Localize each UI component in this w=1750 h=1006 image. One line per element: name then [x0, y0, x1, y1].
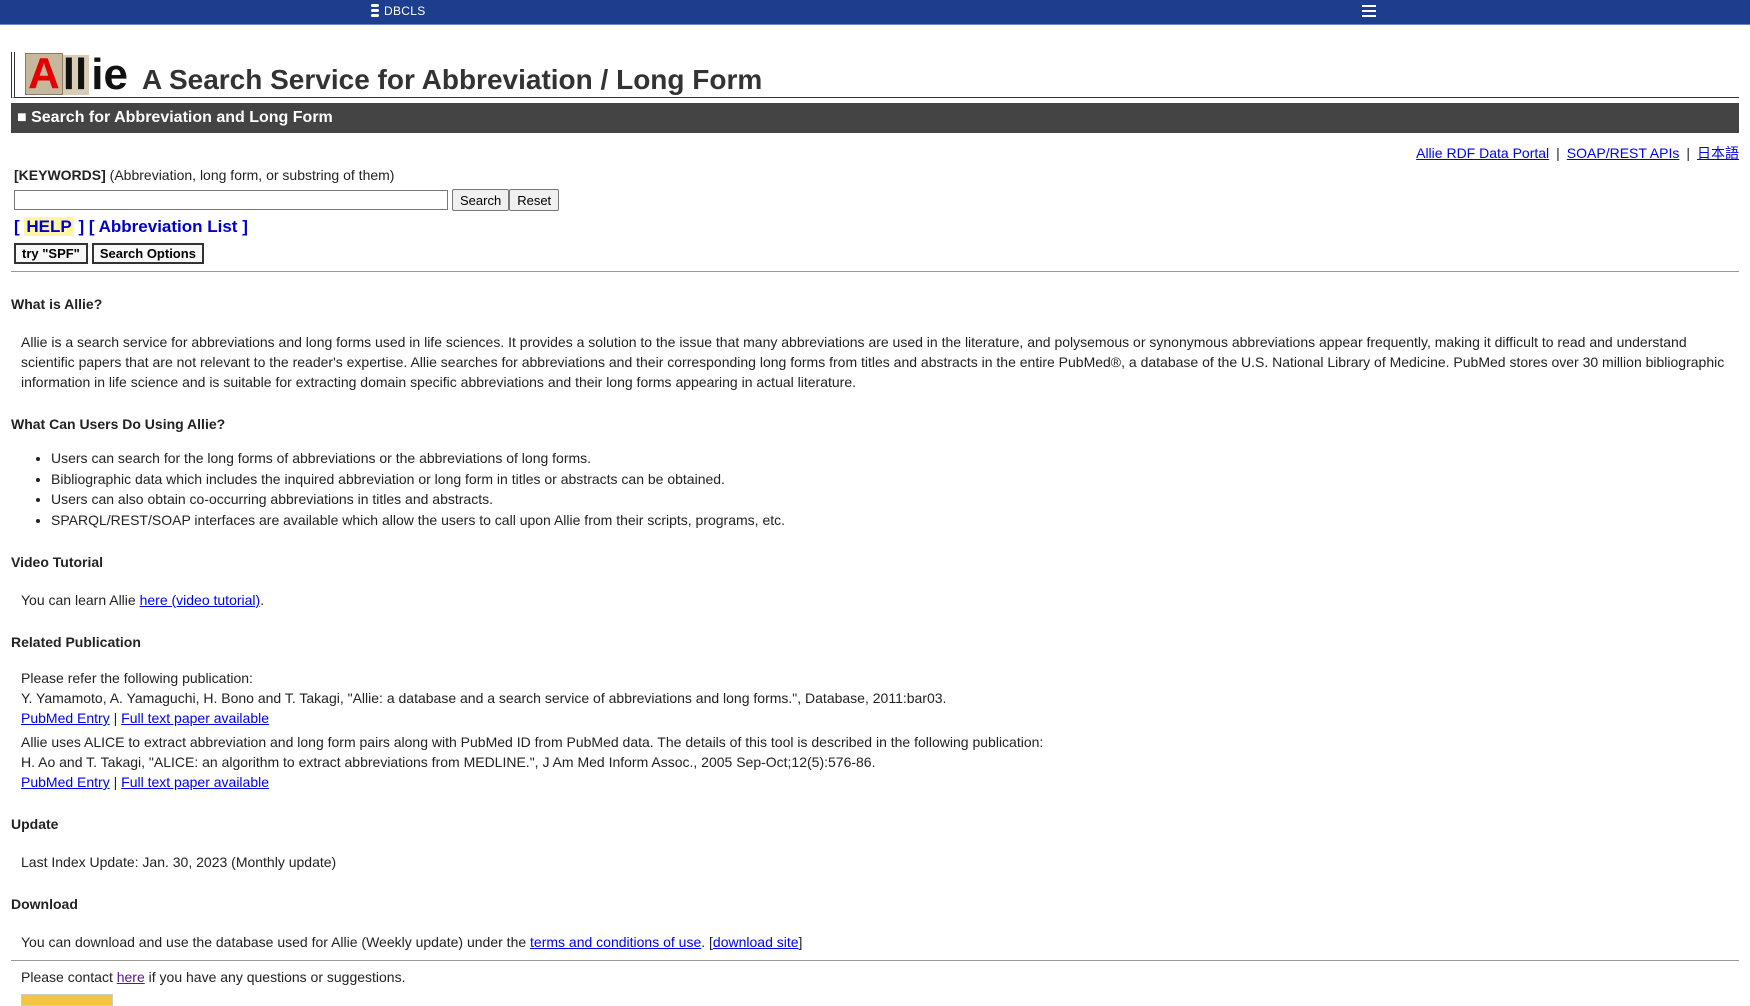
- terms-link[interactable]: terms and conditions of use: [530, 934, 701, 950]
- download-site-link[interactable]: download site: [713, 934, 799, 950]
- logo-letter-a: A: [25, 52, 63, 96]
- about-text: Allie is a search service for abbreviati…: [21, 334, 1725, 390]
- list-item: Users can also obtain co-occurring abbre…: [51, 489, 1739, 510]
- keywords-label-bold: [KEYWORDS]: [14, 167, 106, 183]
- features-heading: What Can Users Do Using Allie?: [11, 416, 226, 432]
- keywords-hint: (Abbreviation, long form, or substring o…: [105, 167, 395, 183]
- download-heading: Download: [11, 896, 78, 912]
- citation-links-1: PubMed Entry | Full text paper available: [21, 708, 1739, 728]
- page-title: A Search Service for Abbreviation / Long…: [142, 64, 763, 95]
- contact-text: Please contact here if you have any ques…: [21, 969, 1739, 985]
- citation-links-2: PubMed Entry | Full text paper available: [21, 772, 1739, 792]
- try-spf-button[interactable]: try "SPF": [14, 243, 88, 264]
- contact-link[interactable]: here: [117, 969, 145, 985]
- pubmed-entry-link[interactable]: PubMed Entry: [21, 774, 110, 790]
- publication-intro: Please refer the following publication:: [21, 670, 253, 686]
- divider: [11, 271, 1739, 272]
- features-list: Users can search for the long forms of a…: [11, 448, 1739, 530]
- link-separator: |: [109, 774, 122, 790]
- api-link[interactable]: SOAP/REST APIs: [1567, 145, 1680, 161]
- dbcls-logo-icon: [370, 4, 380, 18]
- publication-block-2: Allie uses ALICE to extract abbreviation…: [21, 732, 1739, 792]
- logo-letters-ll: ll: [62, 50, 90, 99]
- full-text-link[interactable]: Full text paper available: [121, 710, 269, 726]
- footer-badge-image: [21, 994, 113, 1006]
- pubmed-entry-link[interactable]: PubMed Entry: [21, 710, 110, 726]
- option-buttons: try "SPF" Search Options: [14, 243, 1739, 264]
- full-text-link[interactable]: Full text paper available: [121, 774, 269, 790]
- allie-logo: All ie: [25, 50, 128, 99]
- reset-button[interactable]: Reset: [509, 189, 560, 211]
- download-mid: . [: [701, 934, 713, 950]
- list-item: Users can search for the long forms of a…: [51, 448, 1739, 469]
- publication-heading: Related Publication: [11, 634, 141, 650]
- search-input[interactable]: [14, 190, 448, 210]
- link-separator: |: [1686, 145, 1690, 161]
- video-suffix: .: [260, 592, 265, 608]
- footer-divider: [11, 960, 1739, 961]
- logo-letters-ie: ie: [91, 50, 128, 99]
- publication-block-1: Please refer the following publication: …: [21, 668, 1739, 728]
- rdf-portal-link[interactable]: Allie RDF Data Portal: [1416, 145, 1549, 161]
- link-separator: |: [1556, 145, 1560, 161]
- download-prefix: You can download and use the database us…: [21, 934, 531, 950]
- update-text: Last Index Update: Jan. 30, 2023 (Monthl…: [21, 854, 337, 870]
- search-options-button[interactable]: Search Options: [91, 243, 204, 264]
- citation-alice: H. Ao and T. Takagi, "ALICE: an algorith…: [21, 754, 876, 770]
- dbcls-brand-link[interactable]: DBCLS: [370, 4, 426, 18]
- list-item: SPARQL/REST/SOAP interfaces are availabl…: [51, 510, 1739, 531]
- video-tutorial-link[interactable]: here (video tutorial): [140, 592, 261, 608]
- video-heading: Video Tutorial: [11, 554, 104, 570]
- keywords-label: [KEYWORDS] (Abbreviation, long form, or …: [14, 167, 1739, 183]
- abbreviation-list-link[interactable]: Abbreviation List: [99, 217, 238, 236]
- list-item: Bibliographic data which includes the in…: [51, 469, 1739, 490]
- download-text: You can download and use the database us…: [21, 932, 1739, 952]
- top-links: Allie RDF Data Portal | SOAP/REST APIs | 日本語: [11, 143, 1739, 163]
- search-row: Search Reset: [14, 189, 1739, 211]
- section-title-bar: ■ Search for Abbreviation and Long Form: [11, 103, 1739, 133]
- contact-suffix: if you have any questions or suggestions…: [144, 969, 406, 985]
- citation-allie: Y. Yamamoto, A. Yamaguchi, H. Bono and T…: [21, 690, 947, 706]
- alice-intro: Allie uses ALICE to extract abbreviation…: [21, 734, 1044, 750]
- hamburger-menu-icon[interactable]: [1362, 3, 1376, 17]
- page-header: All ie A Search Service for Abbreviation …: [11, 52, 1739, 98]
- dbcls-brand-label: DBCLS: [384, 4, 426, 18]
- update-heading: Update: [11, 816, 59, 832]
- help-link[interactable]: HELP: [24, 217, 74, 236]
- search-button[interactable]: Search: [452, 189, 510, 211]
- video-text: You can learn Allie here (video tutorial…: [21, 590, 1739, 610]
- video-prefix: You can learn Allie: [21, 592, 140, 608]
- contact-prefix: Please contact: [21, 969, 117, 985]
- link-separator: |: [109, 710, 122, 726]
- main-content: All ie A Search Service for Abbreviation …: [11, 52, 1739, 985]
- help-row: [ HELP ] [ Abbreviation List ]: [14, 217, 248, 236]
- japanese-link[interactable]: 日本語: [1697, 145, 1739, 161]
- search-form: [KEYWORDS] (Abbreviation, long form, or …: [11, 167, 1739, 264]
- about-heading: What is Allie?: [11, 296, 103, 312]
- download-suffix: ]: [798, 934, 803, 950]
- top-navigation-bar: DBCLS: [0, 0, 1750, 25]
